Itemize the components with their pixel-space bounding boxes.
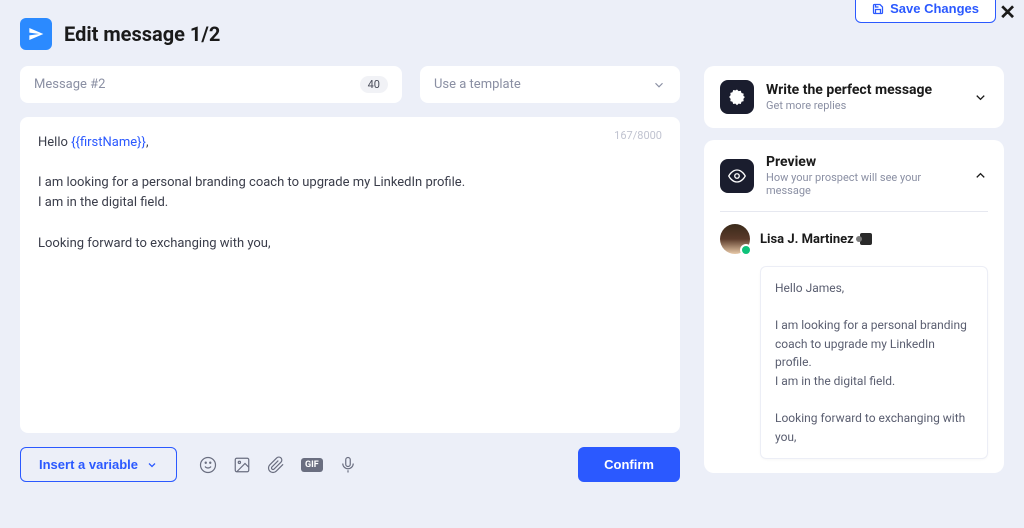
save-changes-label: Save Changes	[890, 1, 979, 16]
save-icon	[872, 3, 884, 15]
insert-variable-label: Insert a variable	[39, 457, 138, 472]
editor-body: I am looking for a personal branding coa…	[38, 175, 465, 250]
gif-icon[interactable]: GIF	[301, 456, 323, 474]
preview-card-header[interactable]: Preview How your prospect will see your …	[720, 154, 988, 197]
confirm-label: Confirm	[604, 457, 654, 472]
char-counter: 167/8000	[614, 129, 662, 142]
preview-card: Preview How your prospect will see your …	[704, 140, 1004, 473]
bottom-bar: Insert a variable GIF	[20, 433, 680, 482]
attachment-icon[interactable]	[267, 456, 285, 474]
preview-sub: How your prospect will see your message	[766, 171, 961, 197]
editor-content: Hello {{firstName}}, I am looking for a …	[38, 133, 662, 254]
voice-icon[interactable]	[339, 456, 357, 474]
image-icon[interactable]	[233, 456, 251, 474]
chevron-up-icon	[973, 168, 988, 183]
message-name-counter: 40	[360, 76, 388, 93]
preview-bubble: Hello James, I am looking for a personal…	[760, 266, 988, 459]
toolbar: GIF	[199, 456, 357, 474]
chevron-down-icon	[146, 459, 158, 471]
preview-person: Lisa J. Martinez	[720, 224, 988, 254]
template-select[interactable]: Use a template	[420, 66, 680, 103]
eye-icon	[720, 159, 754, 193]
chevron-down-icon	[652, 78, 666, 92]
header-send-icon	[20, 18, 52, 50]
preview-title: Preview	[766, 154, 961, 170]
greeting-prefix: Hello	[38, 135, 71, 150]
message-name-input[interactable]: Message #2 40	[20, 66, 402, 103]
divider	[720, 211, 988, 212]
greeting-suffix: ,	[146, 135, 149, 150]
insert-variable-button[interactable]: Insert a variable	[20, 447, 177, 482]
write-perfect-title: Write the perfect message	[766, 82, 961, 98]
message-editor[interactable]: 167/8000 Hello {{firstName}}, I am looki…	[20, 117, 680, 433]
write-perfect-sub: Get more replies	[766, 99, 961, 112]
check-badge-icon	[720, 80, 754, 114]
write-perfect-card[interactable]: Write the perfect message Get more repli…	[704, 66, 1004, 128]
page-title: Edit message 1/2	[64, 22, 220, 46]
save-changes-button[interactable]: Save Changes	[855, 0, 996, 23]
chevron-down-icon	[973, 90, 988, 105]
confirm-button[interactable]: Confirm	[578, 447, 680, 482]
emoji-icon[interactable]	[199, 456, 217, 474]
template-select-label: Use a template	[434, 77, 521, 92]
close-icon[interactable]: ✕	[991, 0, 1024, 28]
preview-person-name: Lisa J. Martinez	[760, 232, 854, 247]
avatar	[720, 224, 750, 254]
credential-badge-icon	[860, 233, 872, 245]
first-name-variable: {{firstName}}	[71, 135, 146, 150]
message-name-label: Message #2	[34, 77, 105, 92]
